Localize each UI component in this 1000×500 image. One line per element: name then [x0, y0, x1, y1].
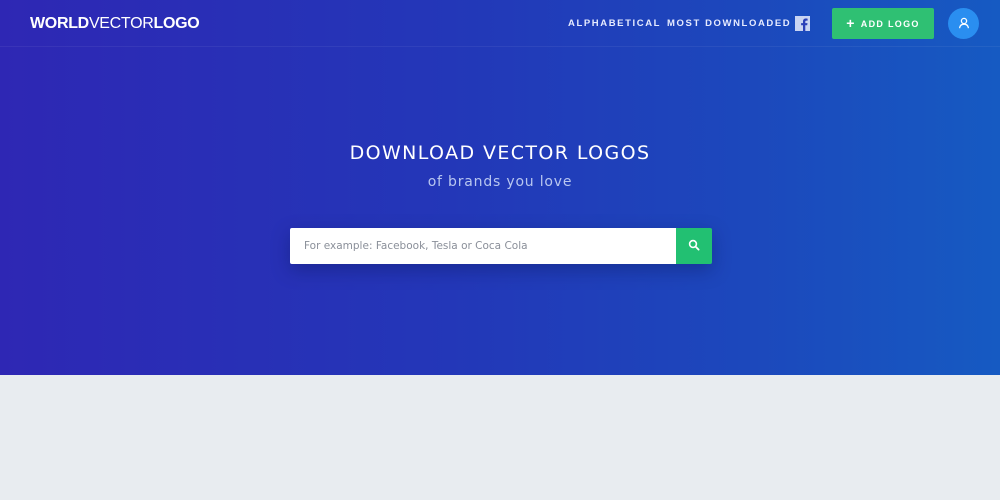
hero-section: WORLD VECTOR LOGO ALPHABETICAL MOST DOWNLO…	[0, 0, 1000, 375]
nav-alphabetical[interactable]: ALPHABETICAL	[568, 18, 661, 29]
logo-part-vector: VECTOR	[88, 15, 154, 32]
facebook-icon[interactable]	[795, 16, 810, 31]
search-input[interactable]	[290, 228, 676, 264]
logo-part-world: WORLD	[30, 15, 89, 32]
hero-subtitle: of brands you love	[427, 174, 573, 190]
nav-most-downloaded[interactable]: MOST DOWNLOADED	[667, 18, 791, 29]
search-button[interactable]	[676, 228, 712, 264]
add-logo-label: ADD LOGO	[860, 18, 920, 29]
plus-icon: +	[846, 15, 856, 31]
logo-part-logo: LOGO	[153, 15, 200, 32]
search-form	[290, 228, 712, 264]
add-logo-button[interactable]: + ADD LOGO	[832, 8, 934, 39]
content-area	[0, 375, 1000, 500]
navbar: WORLD VECTOR LOGO ALPHABETICAL MOST DOWNLO…	[0, 3, 1000, 47]
site-logo[interactable]: WORLD VECTOR LOGO	[30, 15, 200, 33]
hero-title: DOWNLOAD VECTOR LOGOS	[349, 142, 651, 164]
user-avatar-button[interactable]	[948, 8, 979, 39]
user-icon	[958, 14, 970, 33]
search-icon	[688, 239, 700, 254]
